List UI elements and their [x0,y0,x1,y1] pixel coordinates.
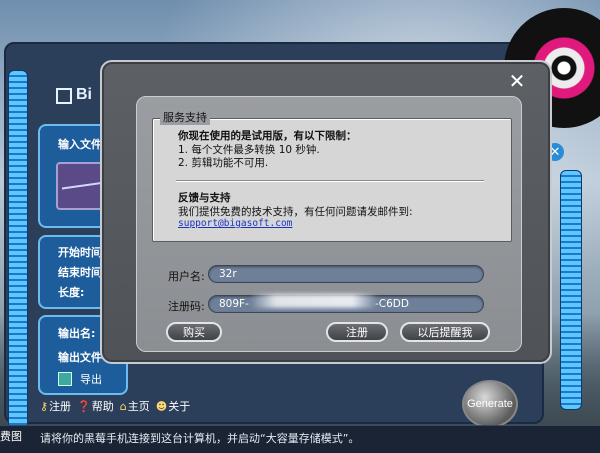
remind-later-button[interactable]: 以后提醒我 [400,322,490,342]
input-file-label: 输入文件 [58,138,102,151]
support-group-title: 服务支持 [160,109,210,125]
trial-heading: 你现在使用的是试用版，有以下限制： [178,130,357,142]
regcode-redaction [250,294,378,308]
help-link[interactable]: ❓帮助 [77,398,114,414]
output-name-label: 输出名: [58,327,96,340]
start-time-label: 开始时间 [58,246,102,259]
username-value: 32r [219,268,237,280]
right-progress-bar [560,170,582,410]
feedback-text: 我们提供免费的技术支持，有任何问题请发邮件到: [178,206,413,218]
about-icon: ☻ [155,400,168,413]
close-icon[interactable]: ✕ [508,71,526,91]
export-checkbox[interactable] [58,372,72,386]
register-button[interactable]: 注册 [326,322,388,342]
end-time-label: 结束时间 [58,266,102,279]
generate-button[interactable]: Generate [462,380,518,428]
help-icon: ❓ [77,400,91,413]
register-link[interactable]: ⚷注册 [40,398,71,414]
regcode-suffix: -C6DD [375,298,409,310]
regcode-prefix: 809F- [219,298,249,310]
export-label: 导出 [80,373,102,386]
username-label: 用户名: [168,270,205,283]
group-divider [176,180,484,182]
buy-button[interactable]: 购买 [166,322,222,342]
register-link-label: 注册 [49,400,72,413]
app-bottom-links: ⚷注册 ❓帮助 ⌂主页 ☻关于 [40,398,190,414]
username-field[interactable]: 32r [208,265,484,283]
logo-icon [56,88,72,104]
about-link-label: 关于 [168,400,191,413]
home-link[interactable]: ⌂主页 [120,398,150,414]
output-file-label: 输出文件 [58,351,102,364]
help-link-label: 帮助 [91,400,114,413]
home-icon: ⌂ [119,400,127,413]
key-icon: ⚷ [40,400,49,413]
feedback-heading: 反馈与支持 [178,192,231,204]
limit-2: 2. 剪辑功能不可用. [178,157,269,169]
regcode-label: 注册码: [168,300,205,313]
left-progress-bar [8,70,28,430]
about-link[interactable]: ☻关于 [156,398,190,414]
status-text: 请将你的黑莓手机连接到这台计算机，并启动“大容量存储模式”。 [40,432,360,445]
app-logo-text: Bi [76,86,92,103]
length-label: 长度: [58,286,85,299]
edge-text: 费图 [0,430,22,443]
support-email-link[interactable]: support@bigasoft.com [178,218,292,229]
home-link-label: 主页 [127,400,150,413]
